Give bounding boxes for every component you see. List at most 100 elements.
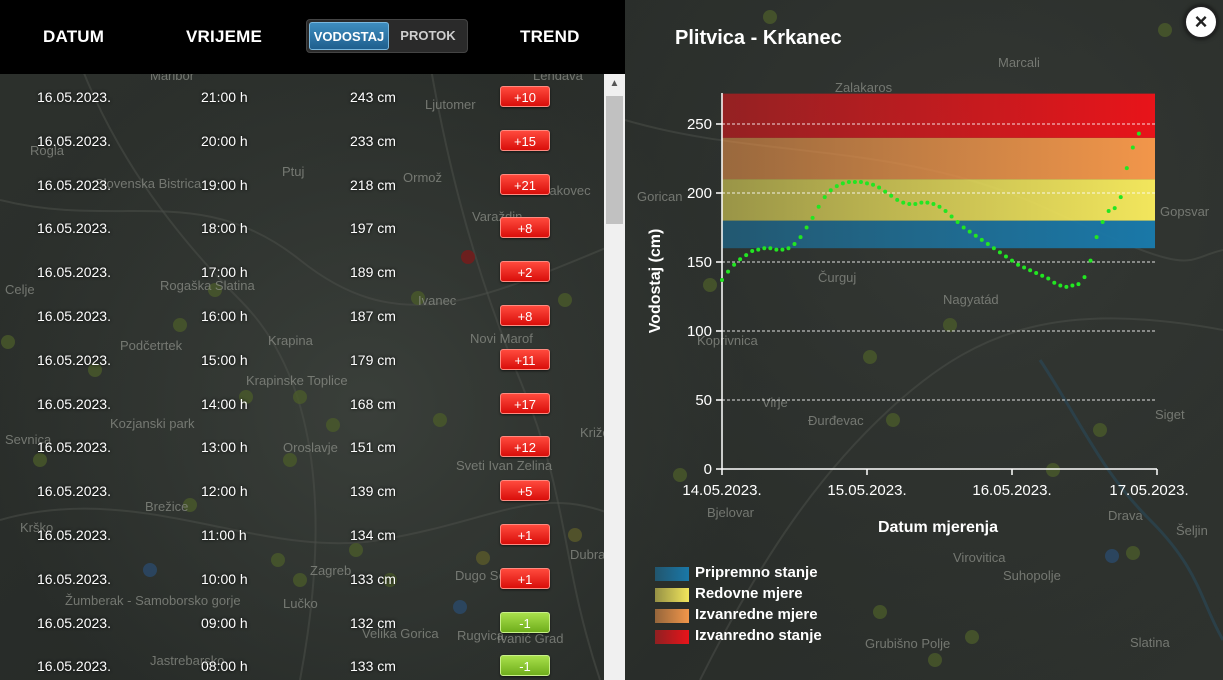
data-point[interactable] xyxy=(1082,275,1087,280)
data-point[interactable] xyxy=(979,237,984,242)
data-point[interactable] xyxy=(1118,195,1123,200)
table-row[interactable]: 16.05.2023. 14:00 h 168 cm +17 xyxy=(0,381,604,425)
data-point[interactable] xyxy=(1058,283,1063,288)
data-point[interactable] xyxy=(883,189,888,194)
data-point[interactable] xyxy=(991,246,996,251)
data-point[interactable] xyxy=(925,200,930,205)
data-point[interactable] xyxy=(744,253,749,258)
data-point[interactable] xyxy=(750,248,755,253)
data-point[interactable] xyxy=(1052,280,1057,285)
data-point[interactable] xyxy=(889,193,894,198)
data-point[interactable] xyxy=(1016,262,1021,267)
data-point[interactable] xyxy=(967,229,972,234)
close-icon[interactable]: × xyxy=(1184,5,1218,39)
x-tick-label: 15.05.2023. xyxy=(827,482,906,499)
table-row[interactable]: 16.05.2023. 13:00 h 151 cm +12 xyxy=(0,424,604,468)
table-row[interactable]: 16.05.2023. 12:00 h 139 cm +5 xyxy=(0,468,604,512)
data-point[interactable] xyxy=(1112,206,1117,211)
data-point[interactable] xyxy=(949,214,954,219)
data-point[interactable] xyxy=(798,235,803,240)
toggle-flow-button[interactable]: PROTOK xyxy=(391,22,465,50)
data-point[interactable] xyxy=(738,257,743,262)
data-point[interactable] xyxy=(1076,282,1081,287)
data-point[interactable] xyxy=(1034,271,1039,276)
table-row[interactable]: 16.05.2023. 10:00 h 133 cm +1 xyxy=(0,556,604,600)
table-row[interactable]: 16.05.2023. 16:00 h 187 cm +8 xyxy=(0,293,604,337)
data-point[interactable] xyxy=(997,250,1002,255)
row-water-level: 233 cm xyxy=(350,132,396,149)
data-point[interactable] xyxy=(895,197,900,202)
trend-badge: -1 xyxy=(500,655,550,677)
measurements-table: DATUM VRIJEME VODOSTAJ PROTOK TREND 16.0… xyxy=(0,0,625,680)
table-row[interactable]: 16.05.2023. 11:00 h 134 cm +1 xyxy=(0,512,604,556)
table-row[interactable]: 16.05.2023. 15:00 h 179 cm +11 xyxy=(0,337,604,381)
data-point[interactable] xyxy=(762,246,767,251)
data-point[interactable] xyxy=(877,185,882,190)
scroll-up-arrow-icon[interactable]: ▲ xyxy=(604,74,625,94)
column-header-time[interactable]: VRIJEME xyxy=(186,27,262,47)
data-point[interactable] xyxy=(1070,283,1075,288)
column-header-trend[interactable]: TREND xyxy=(520,27,580,47)
row-date: 16.05.2023. xyxy=(37,395,111,412)
data-point[interactable] xyxy=(955,219,960,224)
data-point[interactable] xyxy=(828,188,833,193)
column-header-date[interactable]: DATUM xyxy=(43,27,104,47)
table-scrollbar[interactable]: ▲ xyxy=(604,74,625,680)
data-point[interactable] xyxy=(774,247,779,252)
scrollbar-thumb[interactable] xyxy=(606,96,623,224)
data-point[interactable] xyxy=(901,200,906,205)
data-point[interactable] xyxy=(804,225,809,230)
data-point[interactable] xyxy=(726,269,731,274)
data-point[interactable] xyxy=(1040,273,1045,278)
data-point[interactable] xyxy=(810,215,815,220)
data-point[interactable] xyxy=(816,204,821,209)
data-point[interactable] xyxy=(1130,145,1135,150)
data-point[interactable] xyxy=(865,181,869,186)
data-point[interactable] xyxy=(756,247,761,252)
table-row[interactable]: 16.05.2023. 18:00 h 197 cm +8 xyxy=(0,205,604,249)
data-point[interactable] xyxy=(937,204,942,209)
data-point[interactable] xyxy=(913,202,918,207)
data-point[interactable] xyxy=(1088,258,1093,263)
data-point[interactable] xyxy=(1046,276,1051,281)
data-point[interactable] xyxy=(840,181,845,186)
data-point[interactable] xyxy=(768,246,773,251)
legend-label: Izvanredne mjere xyxy=(695,606,818,623)
data-point[interactable] xyxy=(858,179,863,184)
data-point[interactable] xyxy=(871,182,876,187)
table-row[interactable]: 16.05.2023. 19:00 h 218 cm +21 xyxy=(0,162,604,206)
data-point[interactable] xyxy=(961,225,966,230)
data-point[interactable] xyxy=(822,195,827,200)
table-row[interactable]: 16.05.2023. 17:00 h 189 cm +2 xyxy=(0,249,604,293)
data-point[interactable] xyxy=(1064,284,1069,289)
data-point[interactable] xyxy=(1010,258,1014,263)
data-point[interactable] xyxy=(1136,131,1141,136)
data-point[interactable] xyxy=(1028,268,1033,273)
data-point[interactable] xyxy=(1022,265,1027,270)
data-point[interactable] xyxy=(792,242,797,247)
table-row[interactable]: 16.05.2023. 21:00 h 243 cm +10 xyxy=(0,74,604,118)
table-row[interactable]: 16.05.2023. 20:00 h 233 cm +15 xyxy=(0,118,604,162)
data-point[interactable] xyxy=(985,242,990,247)
data-point[interactable] xyxy=(786,246,791,251)
table-row[interactable]: 16.05.2023. 09:00 h 132 cm -1 xyxy=(0,600,604,644)
data-point[interactable] xyxy=(919,200,924,205)
data-point[interactable] xyxy=(943,208,948,213)
data-point[interactable] xyxy=(1124,166,1129,171)
data-point[interactable] xyxy=(852,179,857,184)
data-point[interactable] xyxy=(834,184,839,189)
data-point[interactable] xyxy=(732,262,737,267)
data-point[interactable] xyxy=(931,202,936,207)
data-point[interactable] xyxy=(1094,235,1099,240)
data-point[interactable] xyxy=(907,202,912,207)
row-time: 17:00 h xyxy=(201,264,248,281)
data-point[interactable] xyxy=(1003,254,1008,259)
data-point[interactable] xyxy=(973,233,978,238)
table-row[interactable]: 16.05.2023. 08:00 h 133 cm -1 xyxy=(0,643,604,680)
data-point[interactable] xyxy=(1106,208,1111,213)
toggle-water-level-button[interactable]: VODOSTAJ xyxy=(309,22,389,50)
data-point[interactable] xyxy=(780,247,785,252)
data-point[interactable] xyxy=(720,277,724,282)
data-point[interactable] xyxy=(846,179,851,184)
data-point[interactable] xyxy=(1100,219,1105,224)
